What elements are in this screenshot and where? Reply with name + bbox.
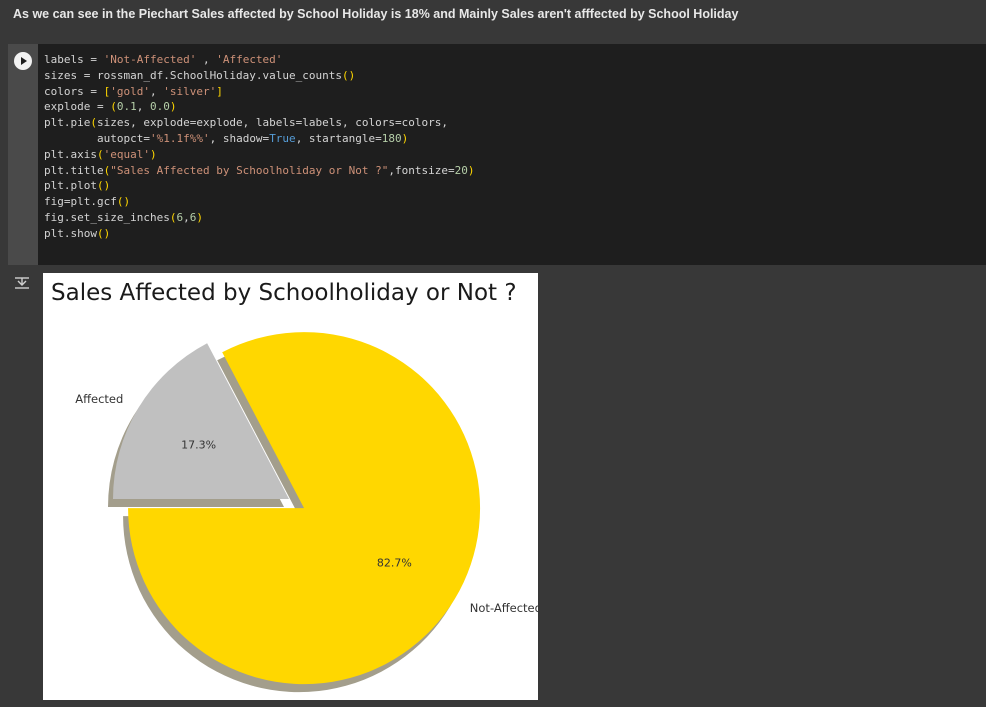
- code-token: (: [96, 147, 104, 161]
- code-token: sizes = rossman_df.SchoolHoliday.value_c…: [44, 68, 343, 82]
- code-token: 0.0: [149, 100, 170, 114]
- code-token: ): [467, 163, 475, 177]
- code-token: ): [196, 210, 203, 224]
- cell-gutter: [8, 44, 38, 265]
- code-token: autopct=: [44, 131, 150, 145]
- play-circle-icon: [21, 57, 27, 65]
- output-toggle-icon: [15, 277, 29, 289]
- code-line: explode = (0.1, 0.0): [44, 99, 475, 115]
- code-token: (): [342, 68, 356, 82]
- code-line: plt.plot(): [44, 178, 475, 194]
- code-token: 'equal': [103, 147, 150, 161]
- code-cell[interactable]: labels = 'Not-Affected' , 'Affected' size…: [8, 44, 986, 265]
- pie-chart: Sales Affected by Schoolholiday or Not ?…: [51, 280, 538, 693]
- run-cell-button[interactable]: [14, 52, 32, 70]
- code-token: ,: [149, 84, 164, 98]
- code-token: plt.plot: [44, 179, 97, 193]
- code-token: (): [116, 195, 131, 209]
- markdown-text: As we can see in the Piechart Sales affe…: [13, 7, 739, 21]
- code-line: plt.title("Sales Affected by Schoolholid…: [44, 163, 475, 179]
- code-token: ): [401, 131, 409, 145]
- code-token: '%1.1f%%': [149, 131, 210, 145]
- code-token: ): [149, 147, 157, 161]
- output-figure: Sales Affected by Schoolholiday or Not ?…: [43, 273, 538, 700]
- code-token: ,: [196, 53, 217, 66]
- pie-category-label: Not-Affected: [470, 601, 538, 615]
- pie-percent-label: 82.7%: [377, 557, 412, 570]
- code-token: ,: [183, 210, 190, 224]
- code-token: plt.axis: [44, 147, 97, 161]
- code-line: plt.axis('equal'): [44, 147, 475, 163]
- code-token: ,fontsize=: [388, 163, 455, 177]
- code-token: (: [110, 100, 117, 114]
- code-token: True: [269, 131, 296, 145]
- code-token: 'gold': [110, 84, 150, 98]
- code-token: colors =: [44, 84, 104, 98]
- code-token: , startangle=: [295, 131, 382, 145]
- code-token: sizes, explode=explode, labels=labels, c…: [96, 116, 448, 130]
- code-line: plt.show(): [44, 226, 475, 242]
- code-token: 180: [381, 131, 402, 145]
- code-line: plt.pie(sizes, explode=explode, labels=l…: [44, 115, 475, 131]
- code-token: explode =: [44, 100, 111, 114]
- code-token: (: [90, 116, 97, 130]
- code-line: autopct='%1.1f%%', shadow=True, startang…: [44, 131, 475, 147]
- code-token: (): [96, 226, 111, 240]
- markdown-cell[interactable]: As we can see in the Piechart Sales affe…: [0, 0, 986, 41]
- code-token: "Sales Affected by Schoolholiday or Not …: [110, 163, 389, 177]
- code-line: sizes = rossman_df.SchoolHoliday.value_c…: [44, 68, 475, 84]
- code-line: fig=plt.gcf(): [44, 194, 475, 210]
- code-token: 'silver': [163, 84, 217, 98]
- code-token: (): [96, 179, 111, 193]
- code-token: fig=plt.gcf: [44, 195, 117, 209]
- output-toggle-button[interactable]: [13, 274, 31, 292]
- code-token: 'Affected': [216, 53, 283, 66]
- code-token: 'Not-Affected': [103, 53, 197, 66]
- notebook-page: As we can see in the Piechart Sales affe…: [0, 0, 986, 707]
- code-line: fig.set_size_inches(6,6): [44, 210, 475, 226]
- code-token: ,: [136, 100, 150, 114]
- chart-title: Sales Affected by Schoolholiday or Not ?: [51, 280, 517, 306]
- code-token: plt.show: [44, 226, 97, 240]
- code-token: plt.title: [44, 163, 104, 177]
- code-token: ]: [216, 84, 223, 98]
- code-token: 0.1: [116, 100, 137, 114]
- code-token: labels =: [44, 53, 104, 66]
- code-line: labels = 'Not-Affected' , 'Affected': [44, 52, 475, 68]
- code-token: , shadow=: [209, 131, 270, 145]
- code-token: fig.set_size_inches: [44, 210, 170, 224]
- pie-percent-label: 17.3%: [181, 438, 216, 451]
- code-token: ): [169, 100, 177, 114]
- pie-category-label: Affected: [75, 392, 123, 406]
- code-editor[interactable]: labels = 'Not-Affected' , 'Affected' size…: [44, 52, 475, 242]
- code-token: plt.pie: [44, 116, 91, 130]
- code-line: colors = ['gold', 'silver']: [44, 84, 475, 100]
- code-token: 20: [454, 163, 468, 177]
